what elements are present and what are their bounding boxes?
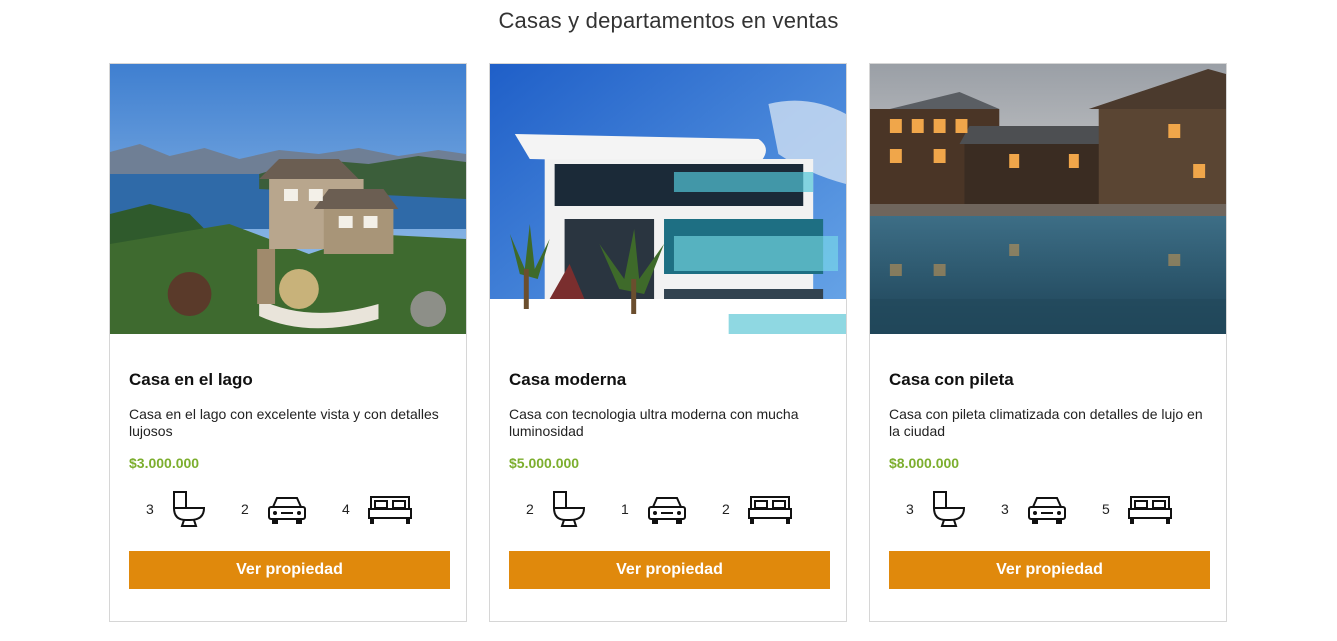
parking-count: 2	[241, 501, 249, 517]
toilet-icon	[172, 491, 206, 527]
property-features: 3 3 5	[889, 491, 1207, 529]
parking-count: 1	[621, 501, 629, 517]
property-image-modern-house[interactable]	[490, 64, 846, 334]
bedrooms-count: 2	[722, 501, 730, 517]
property-features: 3 2 4	[129, 491, 447, 529]
property-features: 2 1 2	[509, 491, 827, 529]
parking-count: 3	[1001, 501, 1009, 517]
bed-icon	[1128, 496, 1172, 524]
property-title: Casa moderna	[509, 370, 627, 389]
property-card: Casa con pileta Casa con pileta climatiz…	[869, 63, 1227, 622]
property-price: $3.000.000	[129, 455, 200, 471]
toilet-icon	[552, 491, 586, 527]
property-description: Casa con tecnologia ultra moderna con mu…	[509, 406, 799, 439]
property-price: $8.000.000	[889, 455, 960, 471]
property-title: Casa en el lago	[129, 370, 253, 389]
property-description: Casa con pileta climatizada con detalles…	[889, 406, 1203, 439]
property-image-lake-house[interactable]	[110, 64, 466, 334]
property-card: Casa en el lago Casa en el lago con exce…	[109, 63, 467, 622]
view-property-button[interactable]: Ver propiedad	[509, 551, 830, 589]
property-image-pool-house[interactable]	[870, 64, 1226, 334]
bedrooms-count: 4	[342, 501, 350, 517]
bed-icon	[748, 496, 792, 524]
view-property-button[interactable]: Ver propiedad	[129, 551, 450, 589]
bathrooms-count: 3	[906, 501, 914, 517]
property-price: $5.000.000	[509, 455, 580, 471]
property-card: Casa moderna Casa con tecnologia ultra m…	[489, 63, 847, 622]
page-heading: Casas y departamentos en ventas	[498, 8, 839, 33]
car-icon	[648, 497, 686, 524]
bed-icon	[368, 496, 412, 524]
view-property-button[interactable]: Ver propiedad	[889, 551, 1210, 589]
bedrooms-count: 5	[1102, 501, 1110, 517]
toilet-icon	[932, 491, 966, 527]
property-description: Casa en el lago con excelente vista y co…	[129, 406, 439, 439]
car-icon	[268, 497, 306, 524]
bathrooms-count: 3	[146, 501, 154, 517]
bathrooms-count: 2	[526, 501, 534, 517]
property-title: Casa con pileta	[889, 370, 1014, 389]
car-icon	[1028, 497, 1066, 524]
